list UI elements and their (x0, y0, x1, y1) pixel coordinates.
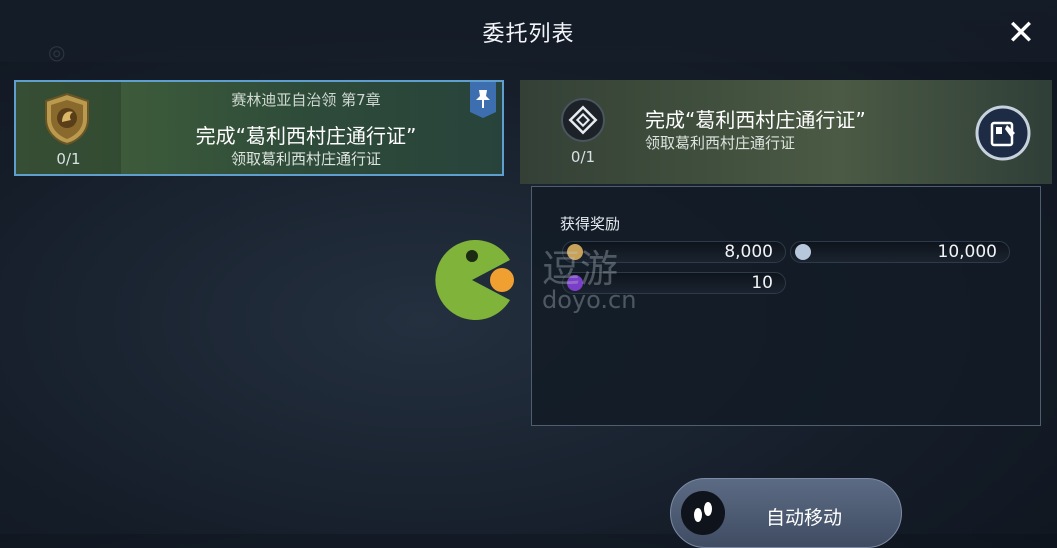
watermark-text: 逗游 (542, 247, 619, 291)
detail-quest-subtitle: 领取葛利西村庄通行证 (645, 134, 796, 152)
auto-move-label: 自动移动 (766, 507, 843, 529)
pin-icon[interactable] (468, 82, 498, 118)
reward-value: 10,000 (937, 242, 997, 262)
close-button[interactable]: ✕ (1002, 14, 1040, 52)
exp-scroll-icon (795, 244, 811, 260)
pacman-logo-icon (435, 240, 514, 320)
quest-chapter: 赛林迪亚自治领 第7章 (231, 91, 381, 109)
quest-type-icon (561, 98, 605, 142)
quest-detail-header: 0/1 完成“葛利西村庄通行证” 领取葛利西村庄通行证 (520, 80, 1052, 184)
rewards-label: 获得奖励 (560, 215, 621, 233)
auto-move-button[interactable]: 自动移动 (670, 478, 902, 548)
quest-subtitle: 领取葛利西村庄通行证 (230, 150, 381, 168)
quest-name: 完成“葛利西村庄通行证” (195, 124, 417, 148)
quest-list-item[interactable]: 0/1 赛林迪亚自治领 第7章 完成“葛利西村庄通行证” 领取葛利西村庄通行证 (14, 80, 504, 176)
watermark: 逗游 doyo.cn (430, 238, 650, 328)
shield-emblem-icon (45, 92, 89, 146)
watermark-url: doyo.cn (542, 286, 637, 314)
detail-progress: 0/1 (570, 148, 596, 166)
quest-icon-column: 0/1 (16, 82, 121, 174)
quest-log-button[interactable] (975, 105, 1031, 161)
detail-quest-name: 完成“葛利西村庄通行证” (645, 108, 866, 132)
reward-value: 10 (751, 273, 773, 293)
footsteps-icon (681, 491, 725, 535)
reward-value: 8,000 (724, 242, 773, 262)
page-title: 委托列表 (482, 22, 575, 47)
quest-progress: 0/1 (56, 150, 81, 168)
close-icon[interactable]: ✕ (1007, 13, 1036, 53)
reward-item: 10,000 (790, 241, 1010, 263)
